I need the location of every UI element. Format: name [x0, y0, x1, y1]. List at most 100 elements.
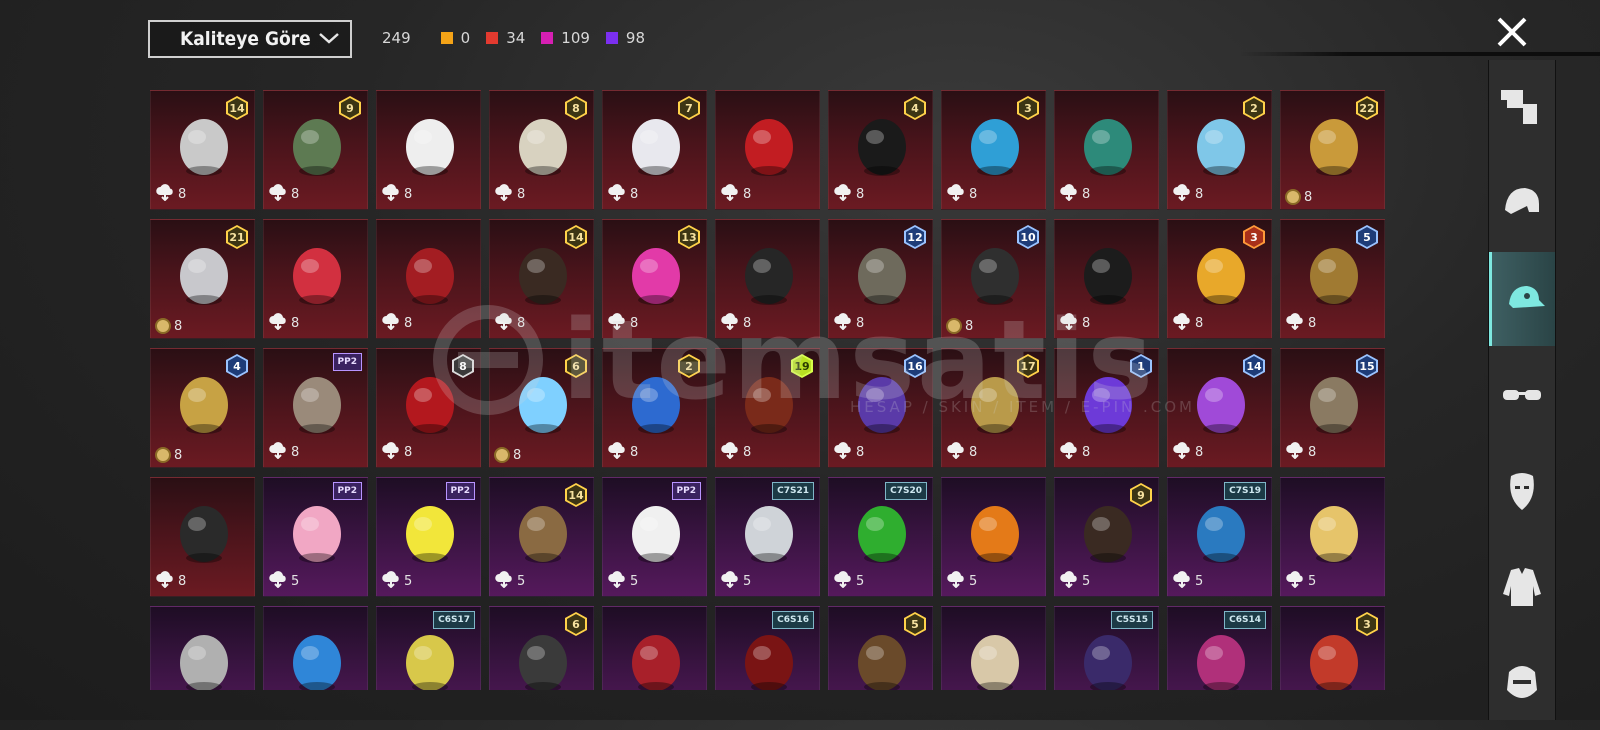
pumpkin-head-icon — [971, 506, 1019, 563]
level-badge-text: 17 — [1019, 356, 1037, 376]
item-tile[interactable]: 15 8 — [1280, 348, 1385, 468]
item-cost: 8 — [630, 315, 639, 331]
item-tile[interactable]: 18 — [1054, 348, 1159, 468]
item-tile[interactable]: PP2 5 — [376, 477, 481, 597]
item-tile[interactable]: 8 — [376, 219, 481, 339]
ice-hat-icon — [1197, 119, 1245, 176]
item-tile[interactable] — [941, 606, 1046, 690]
item-cost: 8 — [404, 186, 413, 202]
cloud-download-icon — [494, 312, 514, 334]
item-tile[interactable]: 14 8 — [150, 90, 255, 210]
item-tile[interactable]: 68 — [489, 348, 594, 468]
item-tile[interactable]: 48 — [828, 90, 933, 210]
sidebar-item-jacket[interactable] — [1489, 540, 1555, 634]
item-price: 5 — [1059, 570, 1090, 592]
item-cost: 8 — [1195, 444, 1204, 460]
item-tile[interactable]: C5S15 — [1054, 606, 1159, 690]
item-price: 5 — [1172, 570, 1203, 592]
item-tile[interactable]: 5 — [1280, 477, 1385, 597]
samurai-helmet-icon — [745, 377, 793, 434]
item-tile[interactable]: 12 8 — [828, 219, 933, 339]
item-tile[interactable]: 8 — [715, 90, 820, 210]
item-tile[interactable]: C6S16 — [715, 606, 820, 690]
cloud-download-icon — [381, 441, 401, 463]
item-tile[interactable]: C7S20 5 — [828, 477, 933, 597]
sidebar-item-face[interactable] — [1489, 636, 1555, 730]
item-tile[interactable]: C7S19 5 — [1167, 477, 1272, 597]
feather-bonnet-icon — [293, 377, 341, 434]
cloud-download-icon — [268, 441, 288, 463]
cloud-download-icon — [833, 570, 853, 592]
item-tile[interactable]: 95 — [1054, 477, 1159, 597]
item-tile[interactable]: 8 — [376, 90, 481, 210]
item-tile[interactable]: 5 — [941, 477, 1046, 597]
item-tile[interactable]: 10 8 — [941, 219, 1046, 339]
item-cost: 8 — [856, 315, 865, 331]
sort-dropdown[interactable]: Kaliteye Göre — [148, 20, 352, 58]
item-tile[interactable]: 98 — [263, 90, 368, 210]
sidebar-item-mask[interactable] — [1489, 444, 1555, 538]
sidebar-item-glasses[interactable] — [1489, 348, 1555, 442]
item-tile[interactable]: PP2 5 — [263, 477, 368, 597]
item-price: 5 — [268, 570, 299, 592]
item-tile[interactable] — [263, 606, 368, 690]
sidebar-item-outfit[interactable] — [1489, 60, 1555, 154]
item-tile[interactable]: 14 8 — [1167, 348, 1272, 468]
item-tile[interactable]: 78 — [602, 90, 707, 210]
item-tile[interactable]: 48 — [150, 348, 255, 468]
item-price: 8 — [946, 183, 977, 205]
cloud-download-icon — [833, 183, 853, 205]
item-cost: 5 — [1308, 573, 1317, 589]
item-tile[interactable]: 28 — [602, 348, 707, 468]
item-cost: 8 — [630, 186, 639, 202]
item-price: 5 — [607, 570, 638, 592]
item-tile[interactable]: 88 — [489, 90, 594, 210]
item-tile[interactable]: 88 — [376, 348, 481, 468]
item-cost: 8 — [291, 315, 300, 331]
item-tile[interactable] — [602, 606, 707, 690]
item-tile[interactable]: 8 — [1054, 90, 1159, 210]
cloud-download-icon — [1172, 312, 1192, 334]
item-tile[interactable]: 22 8 — [1280, 90, 1385, 210]
close-button[interactable] — [1494, 14, 1530, 50]
item-tile[interactable]: 58 — [1280, 219, 1385, 339]
item-tile[interactable] — [150, 606, 255, 690]
sidebar-item-cap[interactable] — [1489, 252, 1555, 346]
level-badge-text: 3 — [1019, 98, 1037, 118]
item-tile[interactable]: 8 — [715, 219, 820, 339]
cloud-download-icon — [1285, 312, 1305, 334]
item-tile[interactable]: PP2 8 — [263, 348, 368, 468]
item-tile[interactable]: 8 — [150, 477, 255, 597]
item-tile[interactable]: C7S21 5 — [715, 477, 820, 597]
item-cost: 5 — [969, 573, 978, 589]
item-cost: 5 — [291, 573, 300, 589]
item-tile[interactable]: 5 — [828, 606, 933, 690]
cloud-download-icon — [1059, 570, 1079, 592]
sidebar-item-helmet[interactable] — [1489, 156, 1555, 250]
item-tile[interactable]: 14 5 — [489, 477, 594, 597]
item-tile[interactable]: PP2 5 — [602, 477, 707, 597]
item-tile[interactable]: C6S17 — [376, 606, 481, 690]
item-tile[interactable]: 16 8 — [828, 348, 933, 468]
item-tile[interactable]: 3 — [1280, 606, 1385, 690]
item-tile[interactable]: 17 8 — [941, 348, 1046, 468]
item-price: 8 — [1172, 312, 1203, 334]
purple-cap-icon — [1084, 635, 1132, 690]
item-tile[interactable]: 28 — [1167, 90, 1272, 210]
item-cost: 5 — [743, 573, 752, 589]
item-price: 8 — [381, 441, 412, 463]
item-tile[interactable]: 38 — [1167, 219, 1272, 339]
item-tile[interactable]: 13 8 — [602, 219, 707, 339]
item-tile[interactable]: 8 — [1054, 219, 1159, 339]
item-tile[interactable]: 21 8 — [150, 219, 255, 339]
item-tile[interactable]: 14 8 — [489, 219, 594, 339]
item-tile[interactable]: 6 — [489, 606, 594, 690]
season-tag: C5S15 — [1111, 611, 1153, 629]
item-tile[interactable]: C6S14 — [1167, 606, 1272, 690]
item-tile[interactable]: 8 — [263, 219, 368, 339]
item-tile[interactable]: 19 8 — [715, 348, 820, 468]
epic-count: 34 — [506, 29, 526, 47]
fox-mask-icon — [293, 248, 341, 305]
cloud-download-icon — [720, 441, 740, 463]
item-tile[interactable]: 38 — [941, 90, 1046, 210]
